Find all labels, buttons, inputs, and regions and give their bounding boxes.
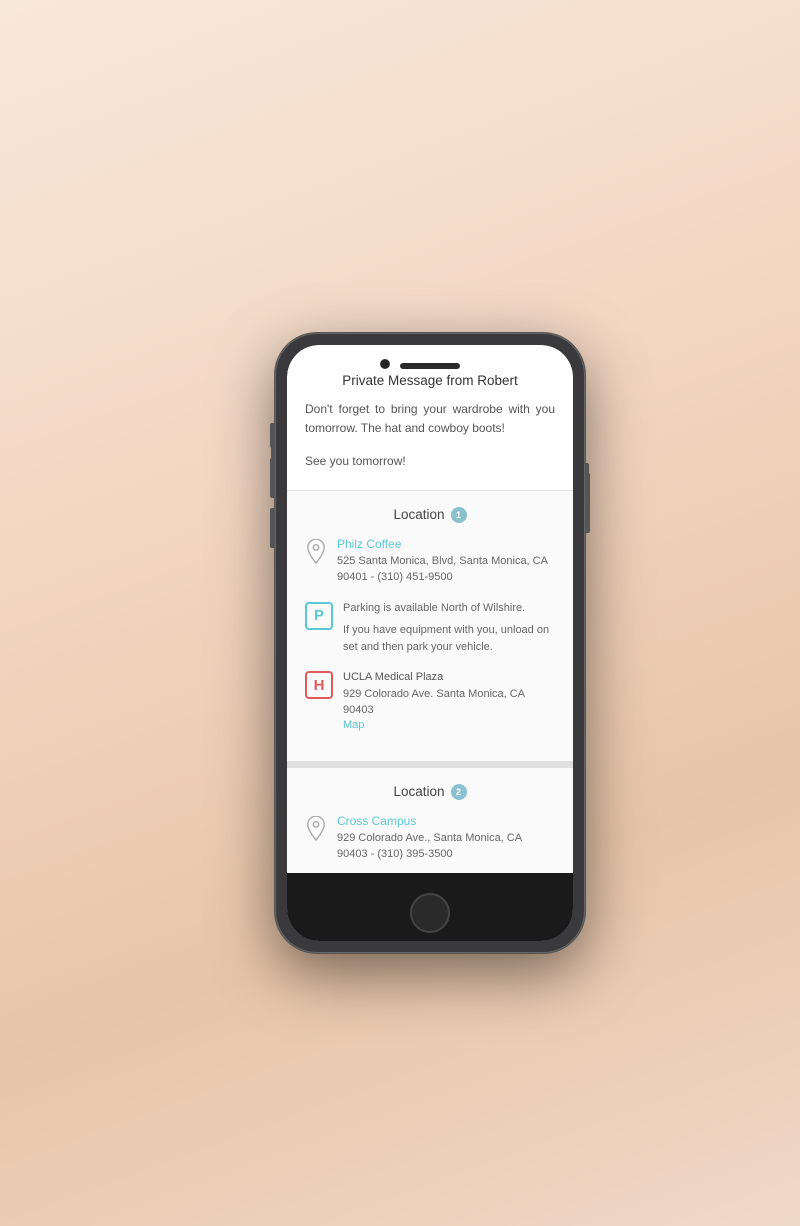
location-2-badge: 2 bbox=[451, 784, 467, 800]
pin-icon bbox=[305, 539, 327, 570]
ucla-item: H UCLA Medical Plaza 929 Colorado Ave. S… bbox=[305, 669, 555, 731]
phone-device: Private Message from Robert Don't forget… bbox=[275, 333, 585, 953]
pin-icon-2 bbox=[305, 816, 327, 847]
cross-campus-address: 929 Colorado Ave., Santa Monica, CA 9040… bbox=[337, 830, 555, 863]
philz-coffee-item: Philz Coffee 525 Santa Monica, Blvd, San… bbox=[305, 537, 555, 586]
parking-text: Parking is available North of Wilshire. … bbox=[343, 600, 555, 656]
philz-coffee-text: Philz Coffee 525 Santa Monica, Blvd, San… bbox=[337, 537, 555, 586]
home-button[interactable] bbox=[410, 893, 450, 933]
parking-item: P Parking is available North of Wilshire… bbox=[305, 600, 555, 656]
phone-screen: Private Message from Robert Don't forget… bbox=[287, 345, 573, 941]
location-2-header: Location 2 bbox=[305, 784, 555, 800]
ucla-address: 929 Colorado Ave. Santa Monica, CA 90403 bbox=[343, 686, 555, 719]
camera bbox=[380, 359, 390, 369]
earpiece bbox=[400, 363, 460, 369]
message-body: Don't forget to bring your wardrobe with… bbox=[305, 400, 555, 438]
hospital-icon: H bbox=[305, 671, 333, 699]
location-2-title: Location bbox=[393, 784, 444, 799]
parking-note-1: Parking is available North of Wilshire. bbox=[343, 600, 555, 617]
philz-coffee-name[interactable]: Philz Coffee bbox=[337, 537, 555, 551]
location-1-badge: 1 bbox=[451, 507, 467, 523]
ucla-text: UCLA Medical Plaza 929 Colorado Ave. San… bbox=[343, 669, 555, 731]
location-1-title: Location bbox=[393, 507, 444, 522]
message-title: Private Message from Robert bbox=[305, 373, 555, 388]
location-1-section: Location 1 Ph bbox=[287, 491, 573, 762]
cross-campus-text: Cross Campus 929 Colorado Ave., Santa Mo… bbox=[337, 814, 555, 863]
ucla-name: UCLA Medical Plaza bbox=[343, 669, 555, 686]
cross-campus-name[interactable]: Cross Campus bbox=[337, 814, 555, 828]
cross-campus-item: Cross Campus 929 Colorado Ave., Santa Mo… bbox=[305, 814, 555, 863]
location-1-header: Location 1 bbox=[305, 507, 555, 523]
message-sign: See you tomorrow! bbox=[305, 452, 555, 471]
message-section: Private Message from Robert Don't forget… bbox=[287, 353, 573, 491]
parking-note-2: If you have equipment with you, unload o… bbox=[343, 622, 555, 655]
parking-icon: P bbox=[305, 602, 333, 630]
map-link[interactable]: Map bbox=[343, 719, 555, 731]
philz-coffee-address: 525 Santa Monica, Blvd, Santa Monica, CA… bbox=[337, 553, 555, 586]
